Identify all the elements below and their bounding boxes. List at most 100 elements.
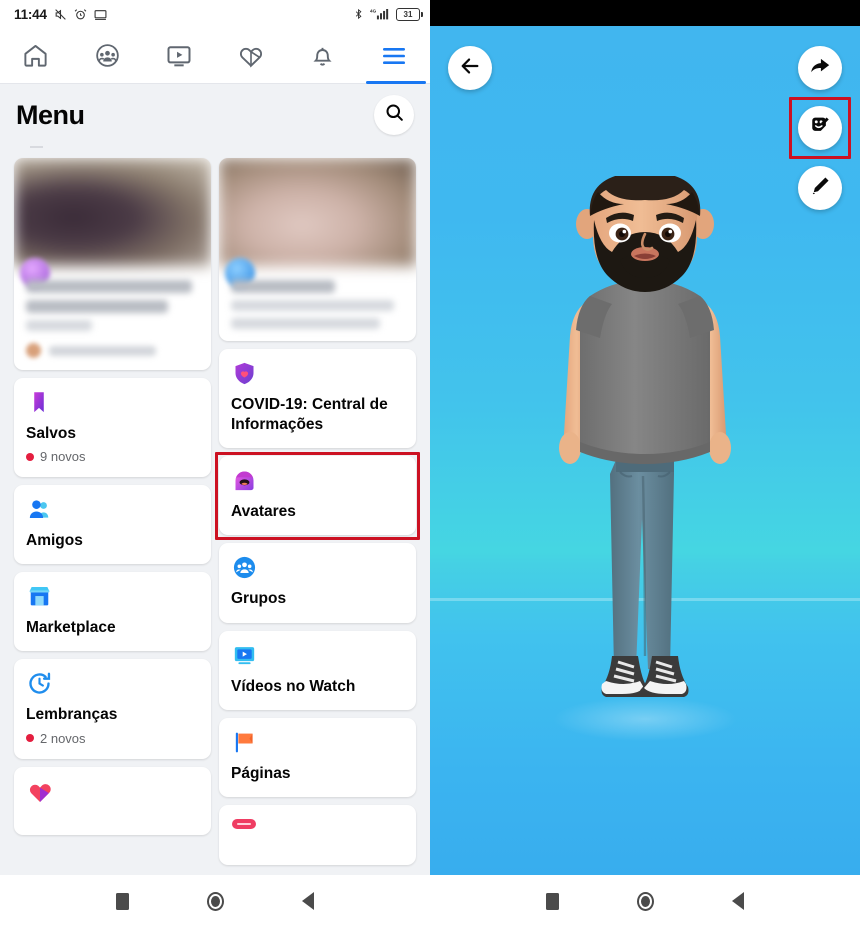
shoe-right bbox=[639, 656, 689, 697]
menu-item-label: Avatares bbox=[231, 503, 296, 521]
menu-item-badge: 9 novos bbox=[26, 449, 199, 464]
square-icon bbox=[116, 892, 129, 910]
nav-recents-button[interactable] bbox=[116, 892, 129, 910]
menu-item-label: Lembranças bbox=[26, 706, 118, 724]
bell-icon bbox=[309, 42, 336, 69]
menu-header: Menu bbox=[0, 84, 430, 146]
menu-item-videos-watch[interactable]: Vídeos no Watch bbox=[219, 630, 416, 710]
status-bar-right: 4G 31 bbox=[353, 7, 423, 21]
home-icon bbox=[22, 42, 49, 69]
badge-dot-icon bbox=[26, 452, 34, 461]
menu-item-label: Amigos bbox=[26, 532, 83, 550]
status-bar-dark bbox=[430, 0, 860, 26]
menu-item-amigos[interactable]: Amigos bbox=[14, 485, 211, 565]
bookmark-icon bbox=[26, 389, 54, 417]
android-navigation-bar bbox=[430, 875, 860, 927]
share-button[interactable] bbox=[798, 46, 842, 90]
menu-grid: Salvos 9 novos Amigos Marketplace Lembra… bbox=[0, 154, 430, 865]
tab-watch[interactable] bbox=[143, 28, 215, 83]
sticker-face-icon bbox=[809, 114, 832, 142]
screenshot-root: 11:44 4G 31 Menu Salvos 9 novos Amigos M… bbox=[0, 0, 860, 927]
search-button[interactable] bbox=[374, 95, 414, 135]
top-navigation-bar bbox=[0, 28, 430, 84]
nav-recents-button[interactable] bbox=[546, 892, 559, 910]
avatar-stage bbox=[430, 26, 860, 875]
promo-image bbox=[219, 158, 416, 266]
menu-item-avatares[interactable]: Avatares bbox=[215, 452, 420, 541]
menu-item-label: COVID-19: Central de Informações bbox=[231, 396, 388, 434]
status-bar-left: 11:44 bbox=[14, 7, 107, 22]
promo-text-line bbox=[231, 318, 380, 329]
promo-footer bbox=[26, 343, 199, 358]
avatar-preview-panel bbox=[430, 0, 860, 927]
promo-card[interactable] bbox=[14, 158, 211, 370]
menu-item-sublabel: 9 novos bbox=[40, 449, 86, 465]
menu-item-covid[interactable]: COVID-19: Central de Informações bbox=[219, 349, 416, 449]
clock-time: 11:44 bbox=[14, 6, 47, 22]
menu-item-label: Salvos bbox=[26, 425, 76, 442]
badge-dot-icon bbox=[26, 734, 34, 743]
nav-back-button[interactable] bbox=[302, 892, 314, 910]
menu-item-sublabel: 2 novos bbox=[40, 730, 86, 746]
menu-item-label: Páginas bbox=[231, 764, 291, 782]
stickers-button[interactable] bbox=[789, 97, 851, 159]
promo-card[interactable] bbox=[219, 158, 416, 341]
tab-groups[interactable] bbox=[72, 28, 144, 83]
tab-notifications[interactable] bbox=[287, 28, 359, 83]
triangle-back-icon bbox=[732, 892, 744, 910]
share-arrow-icon bbox=[809, 55, 831, 82]
tab-marketplace[interactable] bbox=[215, 28, 287, 83]
menu-item-namoro[interactable] bbox=[14, 766, 211, 835]
alarm-icon bbox=[74, 8, 87, 21]
menu-item-label: Vídeos no Watch bbox=[231, 677, 356, 695]
clock-rewind-icon bbox=[26, 670, 54, 698]
promo-text-line bbox=[26, 320, 92, 331]
arrow-left-icon bbox=[459, 55, 481, 82]
square-icon bbox=[546, 892, 559, 910]
menu-column-right: COVID-19: Central de Informações Avatare… bbox=[215, 158, 420, 865]
nav-home-button[interactable] bbox=[637, 891, 654, 911]
menu-item-badge: 2 novos bbox=[26, 731, 199, 746]
event-ticket-icon bbox=[231, 816, 259, 844]
cast-icon bbox=[94, 8, 107, 21]
hamburger-icon bbox=[380, 45, 408, 67]
menu-item-lembrancas[interactable]: Lembranças 2 novos bbox=[14, 659, 211, 759]
menu-item-marketplace[interactable]: Marketplace bbox=[14, 572, 211, 652]
flag-icon bbox=[231, 729, 259, 757]
nav-home-button[interactable] bbox=[207, 891, 224, 911]
search-icon bbox=[384, 102, 405, 128]
android-navigation-bar bbox=[0, 875, 430, 927]
tab-home[interactable] bbox=[0, 28, 72, 83]
avatar-head-icon bbox=[231, 467, 259, 495]
promo-footer-line bbox=[49, 345, 157, 356]
promo-text-line bbox=[231, 280, 335, 293]
edit-button[interactable] bbox=[798, 166, 842, 210]
bluetooth-icon bbox=[353, 7, 364, 21]
battery-icon: 31 bbox=[396, 7, 423, 21]
avatares-highlight-box bbox=[215, 452, 420, 541]
nav-back-button[interactable] bbox=[732, 892, 744, 910]
circle-icon bbox=[637, 891, 654, 911]
menu-item-salvos[interactable]: Salvos 9 novos bbox=[14, 378, 211, 478]
heart-shop-icon bbox=[237, 42, 265, 70]
back-button[interactable] bbox=[448, 46, 492, 90]
friends-icon bbox=[26, 496, 54, 524]
watch-video-icon bbox=[231, 642, 259, 670]
avatar-figure bbox=[553, 176, 737, 741]
menu-item-label: Grupos bbox=[231, 590, 287, 608]
scroll-indicator bbox=[0, 146, 430, 154]
page-title: Menu bbox=[16, 99, 85, 130]
promo-text-line bbox=[26, 280, 193, 293]
covid-shield-icon bbox=[231, 360, 259, 388]
tab-menu[interactable] bbox=[358, 28, 430, 84]
menu-item-label: Marketplace bbox=[26, 619, 116, 637]
menu-item-paginas[interactable]: Páginas bbox=[219, 717, 416, 797]
mute-icon bbox=[54, 8, 67, 21]
promo-image bbox=[14, 158, 211, 266]
promo-text-line bbox=[26, 300, 168, 313]
promo-avatar bbox=[26, 343, 41, 358]
menu-item-partial[interactable] bbox=[219, 804, 416, 865]
battery-level: 31 bbox=[403, 9, 413, 19]
menu-item-grupos[interactable]: Grupos bbox=[219, 543, 416, 623]
store-icon bbox=[26, 583, 54, 611]
